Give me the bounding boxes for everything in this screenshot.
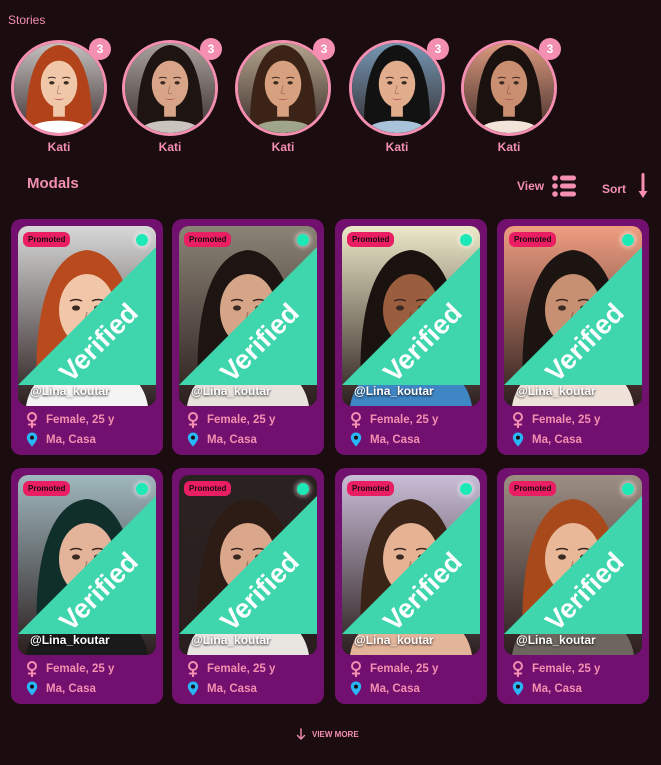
female-gender-icon	[513, 661, 523, 677]
verified-ribbon: Verified	[342, 247, 480, 388]
gender-age-row: Female, 25 y	[350, 661, 438, 677]
model-card[interactable]: Promoted @Lina_koutar Verified Female, 25 y…	[11, 219, 163, 455]
view-label: View	[517, 179, 545, 193]
female-gender-icon	[27, 412, 37, 428]
gender-age-text: Female, 25 y	[207, 663, 276, 675]
location-pin-icon	[26, 681, 38, 696]
location-pin-icon	[350, 432, 362, 447]
female-gender-icon	[351, 661, 361, 677]
model-photo: Promoted @Lina_koutar Verified	[504, 475, 642, 655]
female-gender-icon	[351, 412, 361, 428]
verified-ribbon: Verified	[504, 496, 642, 637]
gender-age-row: Female, 25 y	[512, 661, 600, 677]
gender-age-text: Female, 25 y	[46, 414, 115, 426]
story-name: Kati	[385, 140, 409, 154]
location-row: Ma, Casa	[26, 681, 96, 696]
model-card[interactable]: Promoted @Lina_koutar Verified Female, 25 y…	[172, 219, 324, 455]
model-card[interactable]: Promoted @Lina_koutar Verified Female, 25 y…	[11, 468, 163, 704]
story-item[interactable]: 3 Kati	[349, 38, 449, 154]
story-item[interactable]: 3 Kati	[11, 38, 111, 154]
verified-ribbon: Verified	[179, 247, 317, 388]
gender-age-text: Female, 25 y	[532, 663, 601, 675]
gender-age-text: Female, 25 y	[370, 414, 439, 426]
model-card[interactable]: Promoted @Lina_koutar Verified Female, 25 y…	[335, 468, 487, 704]
view-more-button[interactable]: VIEW MORE	[296, 728, 359, 740]
model-photo: Promoted @Lina_koutar Verified	[18, 475, 156, 655]
location-row: Ma, Casa	[187, 681, 257, 696]
model-photo: Promoted @Lina_koutar Verified	[18, 226, 156, 406]
location-row: Ma, Casa	[512, 681, 582, 696]
location-text: Ma, Casa	[532, 682, 582, 695]
location-pin-icon	[512, 681, 524, 696]
location-text: Ma, Casa	[46, 682, 96, 695]
model-photo: Promoted @Lina_koutar Verified	[342, 475, 480, 655]
location-text: Ma, Casa	[370, 433, 420, 446]
story-name: Kati	[497, 140, 521, 154]
location-row: Ma, Casa	[350, 432, 420, 447]
sort-button[interactable]: Sort	[602, 173, 648, 199]
gender-age-row: Female, 25 y	[512, 412, 600, 428]
model-card[interactable]: Promoted @Lina_koutar Verified Female, 25 y…	[497, 468, 649, 704]
model-card[interactable]: Promoted @Lina_koutar Verified Female, 25 y…	[335, 219, 487, 455]
story-name: Kati	[271, 140, 295, 154]
gender-age-row: Female, 25 y	[187, 661, 275, 677]
location-row: Ma, Casa	[350, 681, 420, 696]
story-count-badge: 3	[539, 38, 561, 60]
stories-heading: Stories	[8, 13, 46, 27]
gender-age-row: Female, 25 y	[187, 412, 275, 428]
location-text: Ma, Casa	[532, 433, 582, 446]
story-count-badge: 3	[89, 38, 111, 60]
gender-age-row: Female, 25 y	[26, 412, 114, 428]
story-item[interactable]: 3 Kati	[461, 38, 561, 154]
location-pin-icon	[26, 432, 38, 447]
verified-ribbon: Verified	[504, 247, 642, 388]
gender-age-row: Female, 25 y	[26, 661, 114, 677]
story-count-badge: 3	[427, 38, 449, 60]
female-gender-icon	[513, 412, 523, 428]
location-row: Ma, Casa	[187, 432, 257, 447]
model-photo: Promoted @Lina_koutar Verified	[179, 226, 317, 406]
models-section-title: Modals	[27, 175, 79, 192]
gender-age-text: Female, 25 y	[370, 663, 439, 675]
arrow-down-icon	[296, 728, 306, 740]
gender-age-row: Female, 25 y	[350, 412, 438, 428]
model-card[interactable]: Promoted @Lina_koutar Verified Female, 25 y…	[172, 468, 324, 704]
view-more-label: VIEW MORE	[312, 729, 359, 739]
model-photo: Promoted @Lina_koutar Verified	[179, 475, 317, 655]
story-count-badge: 3	[313, 38, 335, 60]
story-name: Kati	[158, 140, 182, 154]
sort-label: Sort	[602, 182, 626, 196]
location-row: Ma, Casa	[512, 432, 582, 447]
story-name: Kati	[47, 140, 71, 154]
location-pin-icon	[187, 681, 199, 696]
location-pin-icon	[350, 681, 362, 696]
location-text: Ma, Casa	[207, 682, 257, 695]
view-toggle-button[interactable]: View	[517, 175, 577, 197]
location-text: Ma, Casa	[370, 682, 420, 695]
verified-ribbon: Verified	[179, 496, 317, 637]
list-view-icon	[552, 175, 577, 197]
gender-age-text: Female, 25 y	[532, 414, 601, 426]
location-pin-icon	[512, 432, 524, 447]
verified-ribbon: Verified	[18, 496, 156, 637]
location-text: Ma, Casa	[46, 433, 96, 446]
model-photo: Promoted @Lina_koutar Verified	[342, 226, 480, 406]
female-gender-icon	[27, 661, 37, 677]
sort-arrow-down-icon	[638, 173, 648, 198]
location-row: Ma, Casa	[26, 432, 96, 447]
story-count-badge: 3	[200, 38, 222, 60]
story-item[interactable]: 3 Kati	[235, 38, 335, 154]
model-card[interactable]: Promoted @Lina_koutar Verified Female, 25 y…	[497, 219, 649, 455]
verified-ribbon: Verified	[342, 496, 480, 637]
gender-age-text: Female, 25 y	[207, 414, 276, 426]
story-item[interactable]: 3 Kati	[122, 38, 222, 154]
location-pin-icon	[187, 432, 199, 447]
model-photo: Promoted @Lina_koutar Verified	[504, 226, 642, 406]
female-gender-icon	[188, 661, 198, 677]
gender-age-text: Female, 25 y	[46, 663, 115, 675]
verified-ribbon: Verified	[18, 247, 156, 388]
female-gender-icon	[188, 412, 198, 428]
location-text: Ma, Casa	[207, 433, 257, 446]
